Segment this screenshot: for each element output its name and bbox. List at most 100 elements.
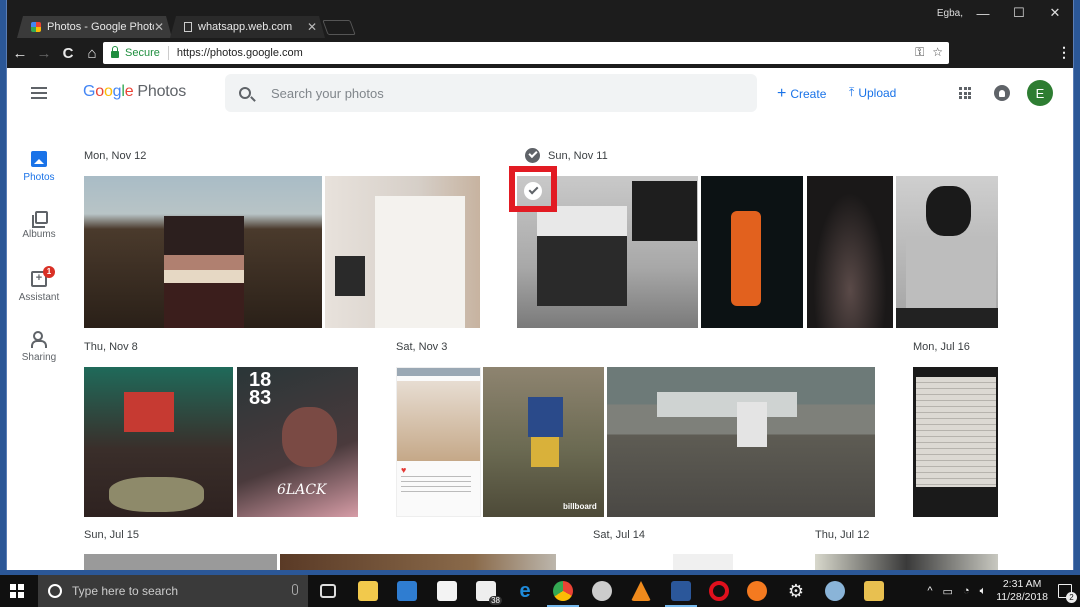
date-group-label: Mon, Nov 12	[84, 150, 147, 162]
onedrive-folder-icon[interactable]	[864, 581, 884, 601]
microsoft-store-icon[interactable]	[437, 581, 457, 601]
photo-thumbnail[interactable]: ♥	[396, 367, 481, 517]
albums-icon	[32, 211, 48, 228]
word-icon[interactable]	[665, 581, 697, 607]
chrome-icon[interactable]	[547, 581, 579, 607]
product-name: Photos	[137, 83, 187, 100]
google-photos-logo[interactable]: Google Photos	[83, 83, 186, 101]
create-label: Create	[790, 87, 827, 101]
assistant-icon: +1	[31, 266, 55, 287]
notification-count: 2	[1066, 592, 1077, 603]
tab-label: whatsapp.web.com	[198, 21, 293, 33]
photo-thumbnail[interactable]	[913, 367, 998, 517]
search-icon[interactable]	[239, 87, 251, 99]
notifications-bell-icon[interactable]	[994, 85, 1010, 101]
browser-toolbar: ← → C ⌂ Secure https://photos.google.com…	[7, 38, 1073, 97]
photo-thumbnail[interactable]	[607, 367, 875, 517]
photo-select-check-icon[interactable]	[524, 182, 542, 200]
microphone-icon[interactable]	[292, 584, 298, 595]
system-tray: ^ ▭ ◔ 🔈︎ 2:31 AM 11/28/2018 2	[927, 575, 1077, 607]
desktop: Photos - Google Photos ✕ whatsapp.web.co…	[0, 0, 1080, 607]
upload-button[interactable]: ⤒ Upload	[849, 85, 896, 100]
app-icon[interactable]	[592, 581, 612, 601]
photo-thumbnail[interactable]	[84, 367, 233, 517]
wifi-icon[interactable]: ◔	[963, 585, 970, 597]
select-group-check-icon[interactable]	[525, 148, 540, 163]
photo-thumbnail[interactable]	[896, 176, 998, 328]
media-player-icon[interactable]	[397, 581, 417, 601]
scrollbar[interactable]	[1065, 68, 1073, 570]
file-explorer-icon[interactable]	[358, 581, 378, 601]
volume-icon[interactable]: 🔈︎	[980, 585, 987, 598]
upload-label: Upload	[858, 85, 897, 100]
key-icon[interactable]: ⚿	[915, 45, 924, 60]
action-center-icon[interactable]: 2	[1058, 584, 1077, 603]
opera-icon[interactable]	[709, 581, 729, 601]
sidebar-item-albums[interactable]: Albums	[7, 211, 71, 240]
photo-thumbnail[interactable]: 18 83 6LACK	[237, 367, 358, 517]
google-apps-icon[interactable]	[959, 87, 971, 99]
mail-icon[interactable]: 38	[476, 581, 502, 605]
settings-gear-icon[interactable]: ⚙	[786, 581, 806, 601]
chrome-menu-icon[interactable]: ⋮	[1057, 44, 1071, 61]
photo-thumbnail[interactable]	[280, 554, 556, 570]
main-menu-icon[interactable]	[31, 87, 47, 99]
sidebar-item-sharing[interactable]: Sharing	[7, 331, 71, 363]
show-hidden-icons-caret[interactable]: ^	[927, 585, 932, 597]
back-button[interactable]: ←	[9, 42, 31, 64]
create-button[interactable]: + Create	[777, 85, 826, 103]
clock[interactable]: 2:31 AM 11/28/2018	[996, 578, 1048, 604]
google-photos-app: Google Photos Search your photos + Create…	[7, 68, 1073, 570]
account-avatar[interactable]: E	[1027, 80, 1053, 106]
photo-thumbnail[interactable]	[815, 554, 998, 570]
sidebar-item-photos[interactable]: Photos	[7, 151, 71, 183]
document-icon	[184, 22, 192, 32]
photo-thumbnail[interactable]: billboard	[483, 367, 604, 517]
photo-thumbnail[interactable]	[673, 554, 733, 570]
photo-thumbnail[interactable]	[325, 176, 480, 328]
url-text[interactable]: https://photos.google.com	[177, 47, 303, 59]
reload-button[interactable]: C	[57, 42, 79, 64]
logo-letter: o	[95, 83, 104, 100]
tab-label: Photos - Google Photos	[47, 21, 154, 33]
close-window-button[interactable]: ✕	[1037, 0, 1073, 26]
date-group-label: Thu, Nov 8	[84, 341, 138, 353]
battery-icon[interactable]: ▭	[943, 585, 953, 598]
sidebar-label: Sharing	[21, 352, 57, 363]
bookmark-star-icon[interactable]: ☆	[932, 45, 943, 60]
tab-whatsapp[interactable]: whatsapp.web.com ✕	[170, 16, 325, 38]
windows-taskbar: Type here to search 38 e ⚙ ^ ▭ ◔ 🔈︎ 2:31…	[0, 575, 1080, 607]
sharing-icon	[31, 331, 47, 348]
vlc-icon[interactable]	[631, 581, 651, 601]
photo-thumbnail[interactable]	[807, 176, 893, 328]
maximize-button[interactable]: ☐	[1001, 0, 1037, 26]
new-tab-button[interactable]	[322, 20, 356, 35]
tab-google-photos[interactable]: Photos - Google Photos ✕	[17, 16, 172, 38]
logo-letter: G	[83, 83, 96, 100]
close-tab-icon[interactable]: ✕	[154, 20, 164, 34]
lock-icon	[111, 45, 119, 58]
sidebar-item-assistant[interactable]: +1 Assistant	[7, 266, 71, 303]
taskbar-search[interactable]: Type here to search	[38, 575, 308, 607]
forward-button[interactable]: →	[33, 42, 55, 64]
paint-icon[interactable]	[825, 581, 845, 601]
windows-start-icon[interactable]	[10, 584, 24, 598]
photo-thumbnail[interactable]	[84, 554, 277, 570]
profile-name[interactable]: Egba,	[937, 8, 963, 19]
task-view-icon[interactable]	[320, 584, 336, 598]
home-button[interactable]: ⌂	[81, 42, 103, 64]
close-tab-icon[interactable]: ✕	[307, 20, 317, 34]
date-group-label[interactable]: Sun, Nov 11	[525, 148, 608, 163]
clock-date: 11/28/2018	[996, 591, 1048, 603]
edge-icon[interactable]: e	[515, 581, 535, 601]
date-group-label: Sat, Jul 14	[593, 529, 645, 541]
minimize-button[interactable]: —	[965, 0, 1001, 26]
date-group-label: Sat, Nov 3	[396, 341, 448, 353]
search-input[interactable]: Search your photos	[225, 74, 757, 112]
app-icon[interactable]	[747, 581, 767, 601]
title-bar: Photos - Google Photos ✕ whatsapp.web.co…	[7, 0, 1073, 38]
photo-thumbnail[interactable]	[84, 176, 322, 328]
photo-thumbnail[interactable]	[701, 176, 803, 328]
address-bar[interactable]: Secure https://photos.google.com ⚿ ☆	[103, 42, 949, 64]
cortana-icon	[48, 584, 62, 598]
